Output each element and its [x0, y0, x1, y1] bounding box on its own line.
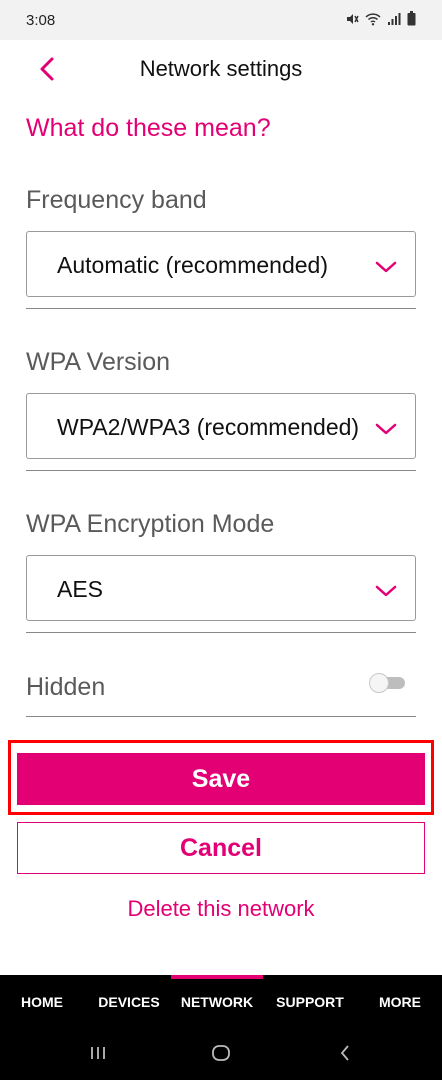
delete-network-link[interactable]: Delete this network — [0, 896, 442, 922]
tab-devices[interactable]: DEVICES — [92, 994, 166, 1010]
home-circle-icon — [211, 1044, 231, 1067]
status-icons — [345, 11, 416, 26]
tab-network[interactable]: NETWORK — [175, 994, 259, 1010]
chevron-down-icon — [375, 584, 397, 603]
recent-apps-button[interactable] — [83, 1043, 113, 1067]
frequency-band-value: Automatic (recommended) — [57, 252, 328, 278]
chevron-down-icon — [375, 422, 397, 441]
tab-home[interactable]: HOME — [16, 994, 68, 1010]
divider — [26, 308, 416, 309]
chevron-down-icon — [375, 260, 397, 279]
app-header: Network settings — [0, 40, 442, 100]
tab-more[interactable]: MORE — [372, 994, 428, 1010]
home-button[interactable] — [206, 1043, 236, 1067]
frequency-band-label: Frequency band — [26, 186, 207, 214]
signal-icon — [387, 12, 401, 26]
wpa-encryption-mode-select[interactable]: AES — [26, 555, 416, 621]
system-back-button[interactable] — [330, 1043, 360, 1067]
battery-icon — [407, 11, 416, 26]
recent-apps-icon — [89, 1045, 107, 1066]
hidden-toggle[interactable] — [369, 673, 405, 693]
back-arrow-icon — [339, 1044, 351, 1067]
tab-active-indicator — [171, 975, 263, 979]
divider — [26, 470, 416, 471]
what-do-these-mean-link[interactable]: What do these mean? — [26, 114, 271, 143]
wifi-icon — [365, 12, 381, 26]
wpa-encryption-mode-label: WPA Encryption Mode — [26, 510, 275, 538]
status-time: 3:08 — [26, 12, 56, 29]
wpa-version-value: WPA2/WPA3 (recommended) — [57, 414, 360, 440]
divider — [26, 632, 416, 633]
wpa-encryption-mode-value: AES — [57, 576, 104, 602]
tab-support[interactable]: SUPPORT — [270, 994, 350, 1010]
wpa-version-select[interactable]: WPA2/WPA3 (recommended) — [26, 393, 416, 459]
hidden-label: Hidden — [26, 673, 106, 701]
frequency-band-select[interactable]: Automatic (recommended) — [26, 231, 416, 297]
wpa-version-label: WPA Version — [26, 348, 171, 376]
divider — [26, 716, 416, 717]
cancel-button[interactable]: Cancel — [17, 822, 425, 874]
save-button[interactable]: Save — [17, 753, 425, 805]
mute-icon — [345, 12, 359, 26]
status-bar: 3:08 — [0, 0, 442, 40]
page-title: Network settings — [139, 56, 303, 81]
toggle-thumb — [369, 673, 389, 693]
